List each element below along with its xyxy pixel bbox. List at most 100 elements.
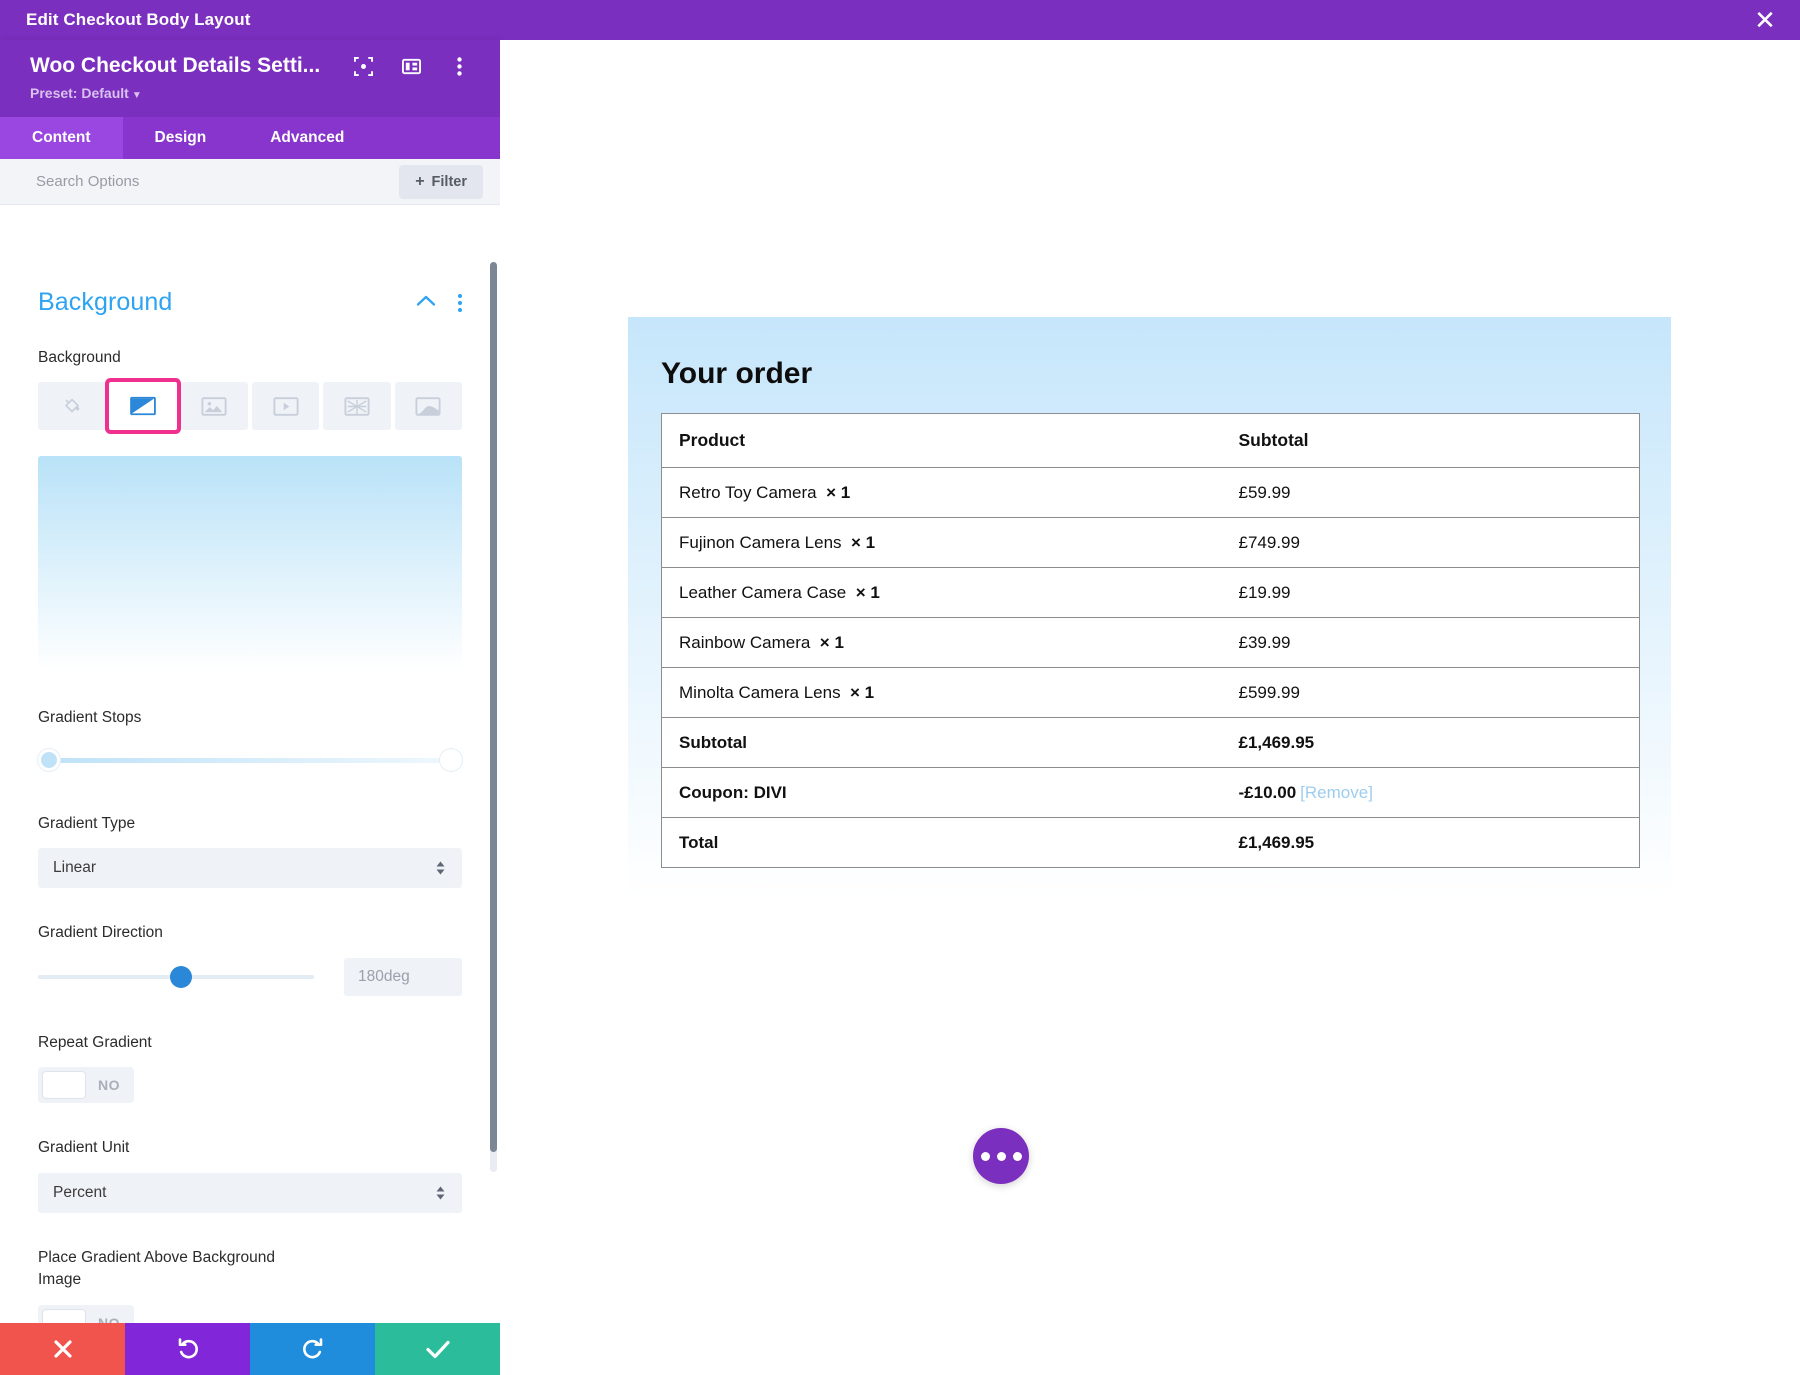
product-cell: Fujinon Camera Lens × 1 <box>662 518 1222 568</box>
module-title: Woo Checkout Details Setti... <box>30 54 320 78</box>
coupon-row-value: -£10.00[Remove] <box>1222 768 1640 818</box>
repeat-gradient-label: Repeat Gradient <box>38 1032 462 1054</box>
table-row: Leather Camera Case × 1 £19.99 <box>662 568 1640 618</box>
search-bar: + Filter <box>0 159 500 205</box>
background-gradient-tab[interactable] <box>109 382 176 430</box>
tab-design[interactable]: Design <box>123 117 239 159</box>
redo-icon <box>301 1337 325 1361</box>
background-pattern-tab[interactable] <box>323 382 390 430</box>
product-qty: × 1 <box>820 633 844 652</box>
order-table-head: Product Subtotal <box>662 414 1640 468</box>
slider-knob[interactable] <box>170 966 192 988</box>
save-button[interactable] <box>375 1323 500 1375</box>
product-cell: Retro Toy Camera × 1 <box>662 468 1222 518</box>
panel-body: Background Background <box>0 262 500 1323</box>
section-title: Background <box>38 288 172 317</box>
gradient-preview[interactable] <box>38 456 462 671</box>
table-row: Retro Toy Camera × 1 £59.99 <box>662 468 1640 518</box>
focus-target-icon[interactable] <box>352 55 374 77</box>
vertical-dots-icon[interactable] <box>458 294 462 312</box>
toggle-knob <box>42 1071 86 1099</box>
repeat-gradient-toggle[interactable]: NO <box>38 1067 134 1103</box>
gradient-direction-value[interactable]: 180deg <box>344 958 462 996</box>
close-icon[interactable]: ✕ <box>1752 7 1778 33</box>
gradient-stop-handle-end[interactable] <box>440 749 462 771</box>
gradient-stops-track <box>48 758 450 763</box>
filter-button[interactable]: + Filter <box>399 165 483 199</box>
coupon-amount: -£10.00 <box>1239 783 1297 802</box>
gradient-stops-slider[interactable] <box>38 743 462 777</box>
background-mask-tab[interactable] <box>395 382 462 430</box>
cancel-button[interactable] <box>0 1323 125 1375</box>
product-cell: Rainbow Camera × 1 <box>662 618 1222 668</box>
subtotal-cell: £39.99 <box>1222 618 1640 668</box>
coupon-row-label: Coupon: DIVI <box>662 768 1222 818</box>
place-gradient-above-label: Place Gradient Above Background Image <box>38 1247 278 1292</box>
subtotal-cell: £59.99 <box>1222 468 1640 518</box>
gradient-unit-value: Percent <box>53 1184 106 1202</box>
chevron-down-icon: ▼ <box>132 90 142 101</box>
coupon-remove-link[interactable]: [Remove] <box>1300 783 1373 802</box>
product-cell: Minolta Camera Lens × 1 <box>662 668 1222 718</box>
gradient-unit-label: Gradient Unit <box>38 1137 462 1159</box>
table-row: Minolta Camera Lens × 1 £599.99 <box>662 668 1640 718</box>
product-name: Rainbow Camera <box>679 633 810 652</box>
panel-tabs: Content Design Advanced <box>0 117 500 159</box>
window-titlebar: Edit Checkout Body Layout ✕ <box>0 0 1800 40</box>
product-qty: × 1 <box>851 533 875 552</box>
table-row: Fujinon Camera Lens × 1 £749.99 <box>662 518 1640 568</box>
gradient-direction-slider[interactable] <box>38 966 314 988</box>
panel-header: Woo Checkout Details Setti... <box>0 40 500 117</box>
tab-content[interactable]: Content <box>0 117 123 159</box>
subtotal-cell: £749.99 <box>1222 518 1640 568</box>
redo-button[interactable] <box>250 1323 375 1375</box>
total-row-label: Total <box>662 818 1222 868</box>
product-name: Minolta Camera Lens <box>679 683 841 702</box>
pattern-icon <box>344 396 370 417</box>
background-color-tab[interactable] <box>38 382 105 430</box>
gradient-type-label: Gradient Type <box>38 813 462 835</box>
total-row: Total £1,469.95 <box>662 818 1640 868</box>
layout-columns-icon[interactable] <box>400 55 422 77</box>
product-qty: × 1 <box>826 483 850 502</box>
subtotal-row: Subtotal £1,469.95 <box>662 718 1640 768</box>
background-section-header: Background <box>38 288 462 317</box>
image-icon <box>201 396 227 417</box>
order-table: Product Subtotal Retro Toy Camera × 1 £5… <box>661 413 1640 868</box>
coupon-row: Coupon: DIVI -£10.00[Remove] <box>662 768 1640 818</box>
tab-advanced[interactable]: Advanced <box>238 117 376 159</box>
scrollbar-thumb[interactable] <box>490 262 497 1152</box>
select-arrows-icon <box>435 1185 446 1201</box>
close-icon <box>52 1338 74 1360</box>
background-video-tab[interactable] <box>252 382 319 430</box>
preset-label: Preset: Default <box>30 85 129 101</box>
plus-icon: + <box>415 173 424 191</box>
place-gradient-above-value: NO <box>98 1315 120 1323</box>
gradient-stop-handle-start[interactable] <box>38 749 60 771</box>
chevron-up-icon[interactable] <box>416 294 436 312</box>
column-header-product: Product <box>662 414 1222 468</box>
subtotal-row-label: Subtotal <box>662 718 1222 768</box>
horizontal-dots-icon <box>1013 1152 1022 1161</box>
more-options-fab[interactable] <box>973 1128 1029 1184</box>
panel-scrollbar[interactable] <box>490 262 497 1172</box>
order-table-body: Retro Toy Camera × 1 £59.99 Fujinon Came… <box>662 468 1640 868</box>
table-row: Rainbow Camera × 1 £39.99 <box>662 618 1640 668</box>
gradient-icon <box>129 395 157 417</box>
video-icon <box>273 396 299 417</box>
gradient-unit-select[interactable]: Percent <box>38 1173 462 1213</box>
page-preview: Your order Product Subtotal Retro Toy Ca… <box>500 40 1800 1375</box>
gradient-direction-control: 180deg <box>38 958 462 996</box>
repeat-gradient-value: NO <box>98 1077 120 1093</box>
preset-selector[interactable]: Preset: Default▼ <box>0 78 500 101</box>
paint-bucket-icon <box>61 395 83 417</box>
place-gradient-above-toggle[interactable]: NO <box>38 1305 134 1323</box>
product-name: Retro Toy Camera <box>679 483 817 502</box>
background-image-tab[interactable] <box>181 382 248 430</box>
vertical-dots-icon[interactable] <box>448 55 470 77</box>
gradient-type-select[interactable]: Linear <box>38 848 462 888</box>
order-heading: Your order <box>661 357 1638 391</box>
undo-button[interactable] <box>125 1323 250 1375</box>
horizontal-dots-icon <box>997 1152 1006 1161</box>
search-input[interactable] <box>0 173 399 190</box>
